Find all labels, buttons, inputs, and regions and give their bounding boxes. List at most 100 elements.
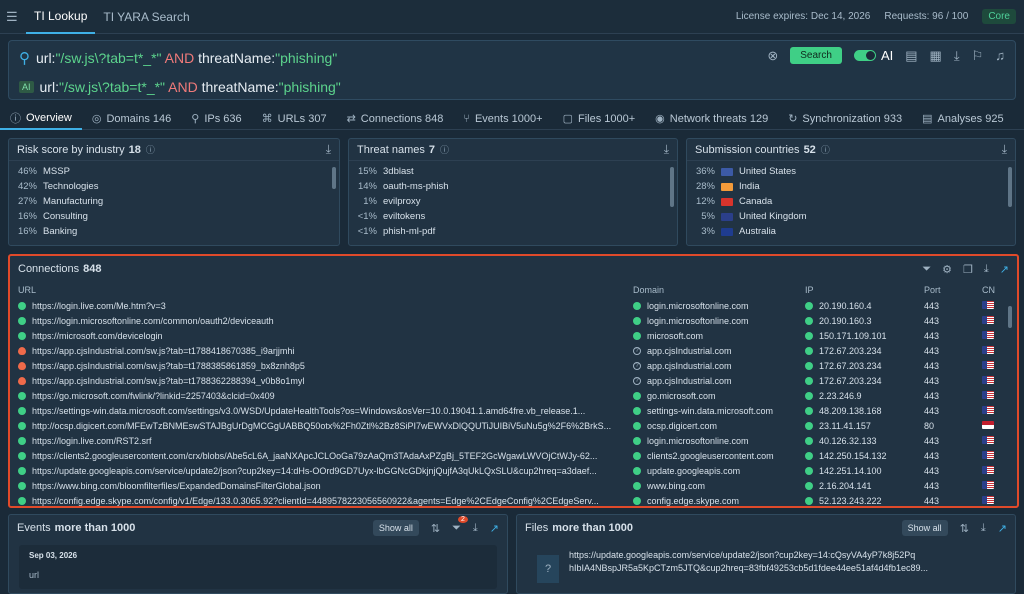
sort-icon[interactable]: ⇅ [431, 522, 440, 535]
table-row[interactable]: https://app.cjsIndustrial.com/sw.js?tab=… [10, 343, 1017, 358]
bell-icon[interactable]: ♫ [995, 48, 1005, 63]
tab-domains[interactable]: ◎ Domains 146 [82, 108, 181, 130]
url-cell[interactable]: http://ocsp.digicert.com/MFEwTzBNMEswSTA… [18, 421, 633, 431]
url-cell[interactable]: https://update.googleapis.com/service/up… [18, 466, 633, 476]
domain-cell[interactable]: microsoft.com [633, 331, 805, 341]
list-item[interactable]: <1% eviltokens [349, 209, 677, 224]
ip-cell[interactable]: 52.123.243.222 [805, 496, 924, 506]
ip-cell[interactable]: 150.171.109.101 [805, 331, 924, 341]
expand-icon[interactable]: ↗ [998, 522, 1007, 535]
list-item[interactable]: 15% 3dblast [349, 164, 677, 179]
url-cell[interactable]: https://app.cjsIndustrial.com/sw.js?tab=… [18, 346, 633, 356]
ip-cell[interactable]: 172.67.203.234 [805, 346, 924, 356]
domain-cell[interactable]: ? app.cjsIndustrial.com [633, 376, 805, 386]
download-icon[interactable]: ⤓ [664, 142, 669, 157]
ip-cell[interactable]: 40.126.32.133 [805, 436, 924, 446]
download-icon[interactable]: ⤓ [473, 522, 478, 535]
ip-cell[interactable]: 48.209.138.168 [805, 406, 924, 416]
search-box[interactable]: ⚲ url:"/sw.js\?tab=t*_*" AND threatName:… [8, 40, 1016, 100]
list-item[interactable]: 27% Manufacturing [9, 194, 339, 209]
show-all-button[interactable]: Show all [901, 520, 948, 536]
table-row[interactable]: https://www.bing.com/bloomfilterfiles/Ex… [10, 478, 1017, 493]
ip-cell[interactable]: 142.251.14.100 [805, 466, 924, 476]
url-cell[interactable]: https://login.live.com/Me.htm?v=3 [18, 301, 633, 311]
tab-synchronization[interactable]: ↻ Synchronization 933 [778, 108, 912, 130]
table-row[interactable]: https://app.cjsIndustrial.com/sw.js?tab=… [10, 373, 1017, 388]
domain-cell[interactable]: login.microsoftonline.com [633, 316, 805, 326]
calendar-icon[interactable]: ▦ [930, 48, 942, 64]
url-cell[interactable]: https://microsoft.com/devicelogin [18, 331, 633, 341]
scrollbar[interactable] [332, 167, 336, 189]
domain-cell[interactable]: ? app.cjsIndustrial.com [633, 346, 805, 356]
expand-icon[interactable]: ↗ [1000, 263, 1009, 276]
ip-cell[interactable]: 2.16.204.141 [805, 481, 924, 491]
list-item[interactable]: 28% India [687, 179, 1015, 194]
domain-cell[interactable]: ocsp.digicert.com [633, 421, 805, 431]
ip-cell[interactable]: 20.190.160.3 [805, 316, 924, 326]
list-item[interactable]: 42% Technologies [9, 179, 339, 194]
tab-ti-yara-search[interactable]: TI YARA Search [95, 0, 197, 34]
domain-cell[interactable]: update.googleapis.com [633, 466, 805, 476]
url-cell[interactable]: https://login.microsoftonline.com/common… [18, 316, 633, 326]
ai-toggle[interactable]: AI [853, 48, 893, 63]
filter-icon[interactable]: ⏷ [922, 263, 931, 276]
url-cell[interactable]: https://go.microsoft.com/fwlink/?linkid=… [18, 391, 633, 401]
url-cell[interactable]: https://config.edge.skype.com/config/v1/… [18, 496, 633, 506]
tab-files[interactable]: ▢ Files 1000+ [553, 108, 646, 130]
download-icon[interactable]: ⤓ [1002, 142, 1007, 157]
list-item[interactable]: 16% Banking [9, 224, 339, 239]
bookmark-icon[interactable]: ⚐ [972, 48, 984, 64]
list-item[interactable]: 1% evilproxy [349, 194, 677, 209]
ip-cell[interactable]: 20.190.160.4 [805, 301, 924, 311]
ip-cell[interactable]: 142.250.154.132 [805, 451, 924, 461]
table-row[interactable]: https://login.live.com/RST2.srf login.mic… [10, 433, 1017, 448]
table-row[interactable]: http://ocsp.digicert.com/MFEwTzBNMEswSTA… [10, 418, 1017, 433]
tab-ti-lookup[interactable]: TI Lookup [26, 0, 96, 34]
table-row[interactable]: https://microsoft.com/devicelogin microso… [10, 328, 1017, 343]
gear-icon[interactable]: ⚙ [942, 263, 952, 276]
scrollbar[interactable] [670, 167, 674, 207]
domain-cell[interactable]: go.microsoft.com [633, 391, 805, 401]
table-row[interactable]: https://go.microsoft.com/fwlink/?linkid=… [10, 388, 1017, 403]
show-all-button[interactable]: Show all [372, 520, 419, 536]
table-row[interactable]: https://config.edge.skype.com/config/v1/… [10, 493, 1017, 506]
toggle-switch[interactable] [853, 50, 876, 61]
url-cell[interactable]: https://app.cjsIndustrial.com/sw.js?tab=… [18, 376, 633, 386]
tab-overview[interactable]: ⓘ Overview [0, 108, 82, 130]
scrollbar[interactable] [1008, 306, 1012, 328]
domain-cell[interactable]: ? app.cjsIndustrial.com [633, 361, 805, 371]
table-row[interactable]: https://login.live.com/Me.htm?v=3 login.m… [10, 298, 1017, 313]
domain-cell[interactable]: login.microsoftonline.com [633, 436, 805, 446]
menu-icon[interactable]: ☰ [6, 9, 26, 25]
info-icon[interactable]: ⓘ [146, 143, 155, 156]
file-card[interactable]: ? https://update.googleapis.com/service/… [527, 545, 1005, 589]
list-item[interactable]: 12% Canada [687, 194, 1015, 209]
table-row[interactable]: https://update.googleapis.com/service/up… [10, 463, 1017, 478]
copy-icon[interactable]: ❐ [963, 263, 973, 276]
list-item[interactable]: 3% Australia [687, 224, 1015, 239]
download-icon[interactable]: ⤓ [984, 263, 989, 276]
ip-cell[interactable]: 172.67.203.234 [805, 361, 924, 371]
sort-icon[interactable]: ⇅ [960, 522, 969, 535]
tab-ips[interactable]: ⚲ IPs 636 [181, 108, 251, 130]
expand-icon[interactable]: ↗ [490, 522, 499, 535]
clear-icon[interactable]: ⊗ [767, 48, 778, 64]
table-row[interactable]: https://app.cjsIndustrial.com/sw.js?tab=… [10, 358, 1017, 373]
tab-events[interactable]: ⑂ Events 1000+ [453, 108, 552, 130]
table-row[interactable]: https://clients2.googleusercontent.com/c… [10, 448, 1017, 463]
info-icon[interactable]: ⓘ [440, 143, 449, 156]
download-icon[interactable]: ⤓ [981, 522, 986, 535]
scrollbar[interactable] [1008, 167, 1012, 207]
filter-icon[interactable]: ⏷ 2 [452, 515, 468, 535]
list-item[interactable]: 46% MSSP [9, 164, 339, 179]
search-query[interactable]: ⚲ url:"/sw.js\?tab=t*_*" AND threatName:… [19, 49, 337, 67]
tab-connections[interactable]: ⇄ Connections 848 [337, 108, 454, 130]
domain-cell[interactable]: config.edge.skype.com [633, 496, 805, 506]
ip-cell[interactable]: 2.23.246.9 [805, 391, 924, 401]
domain-cell[interactable]: www.bing.com [633, 481, 805, 491]
table-row[interactable]: https://settings-win.data.microsoft.com/… [10, 403, 1017, 418]
url-cell[interactable]: https://clients2.googleusercontent.com/c… [18, 451, 633, 461]
ip-cell[interactable]: 172.67.203.234 [805, 376, 924, 386]
domain-cell[interactable]: settings-win.data.microsoft.com [633, 406, 805, 416]
list-item[interactable]: 16% Consulting [9, 209, 339, 224]
